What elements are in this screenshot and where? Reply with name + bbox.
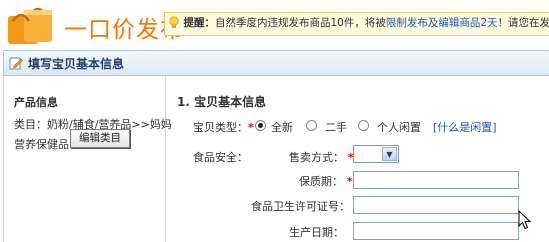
notice-text-after: ！请您在发布前 — [497, 17, 549, 29]
food-safety-label: 食品安全： — [193, 151, 248, 164]
sale-method-label-text: 售卖方式： — [289, 151, 344, 164]
shelf-life-input[interactable] — [353, 171, 519, 189]
required-mark: * — [343, 175, 353, 188]
notice-text: 提醒：自然季度内违规发布商品10件，将被限制发布及编辑商品2天！请您在发布前 — [184, 13, 549, 33]
production-date-input[interactable] — [353, 222, 519, 240]
form-title: 1. 宝贝基本信息 — [177, 95, 267, 109]
chevron-down-icon[interactable]: ▼ — [382, 147, 397, 161]
product-info-title: 产品信息 — [14, 96, 58, 109]
license-label: 食品卫生许可证号： * — [251, 198, 360, 214]
shopping-bag-icon — [4, 2, 56, 46]
edit-category-button[interactable]: 编辑类目 — [70, 129, 130, 148]
what-is-idle-link[interactable]: [什么是闲置] — [433, 119, 497, 135]
notice-text-before: 自然季度内违规发布商品10件，将被 — [215, 17, 386, 29]
notice-link[interactable]: 限制发布及编辑商品2天 — [386, 17, 498, 29]
license-input[interactable] — [353, 196, 519, 214]
production-date-label: 生产日期： — [289, 226, 344, 239]
shelf-life-label: 保质期： * — [299, 173, 353, 189]
sale-method-label: 售卖方式： * — [289, 149, 354, 165]
section-title: 填写宝贝基本信息 — [28, 57, 125, 71]
item-type-label-text: 宝贝类型： — [193, 121, 248, 134]
radio-new[interactable] — [255, 120, 266, 131]
product-info-panel: 产品信息 类目：奶粉/辅食/营养品>>妈妈 营养保健品 编辑类目 — [4, 76, 172, 242]
notice-bar: 提醒：自然季度内违规发布商品10件，将被限制发布及编辑商品2天！请您在发布前 — [164, 12, 549, 36]
radio-second-hand-label[interactable]: 二手 — [325, 119, 347, 135]
radio-idle-label[interactable]: 个人闲置 — [377, 119, 421, 135]
mouse-cursor-icon — [518, 209, 532, 233]
license-label-text: 食品卫生许可证号： — [251, 200, 350, 213]
pencil-icon — [9, 56, 23, 73]
item-type-label: 宝贝类型：* — [193, 119, 254, 135]
radio-idle[interactable] — [358, 120, 369, 131]
notice-label: 提醒： — [183, 17, 216, 29]
basic-info-form: 1. 宝贝基本信息 宝贝类型：* 全新 二手 个人闲置 [什么是闲置] 食品安全… — [167, 76, 549, 242]
radio-new-label[interactable]: 全新 — [271, 119, 293, 135]
sale-method-select[interactable]: ▼ — [353, 145, 399, 163]
category-path-continued: 营养保健品 — [14, 138, 69, 151]
content-frame: 产品信息 类目：奶粉/辅食/营养品>>妈妈 营养保健品 编辑类目 1. 宝贝基本… — [3, 76, 549, 242]
required-mark: * — [248, 121, 254, 134]
top-banner: 一口价发布 提醒：自然季度内违规发布商品10件，将被限制发布及编辑商品2天！请您… — [0, 0, 549, 48]
radio-second-hand[interactable] — [306, 120, 317, 131]
section-header: 填写宝贝基本信息 — [3, 50, 549, 76]
shelf-life-label-text: 保质期： — [299, 175, 343, 188]
lightbulb-icon — [168, 16, 180, 33]
